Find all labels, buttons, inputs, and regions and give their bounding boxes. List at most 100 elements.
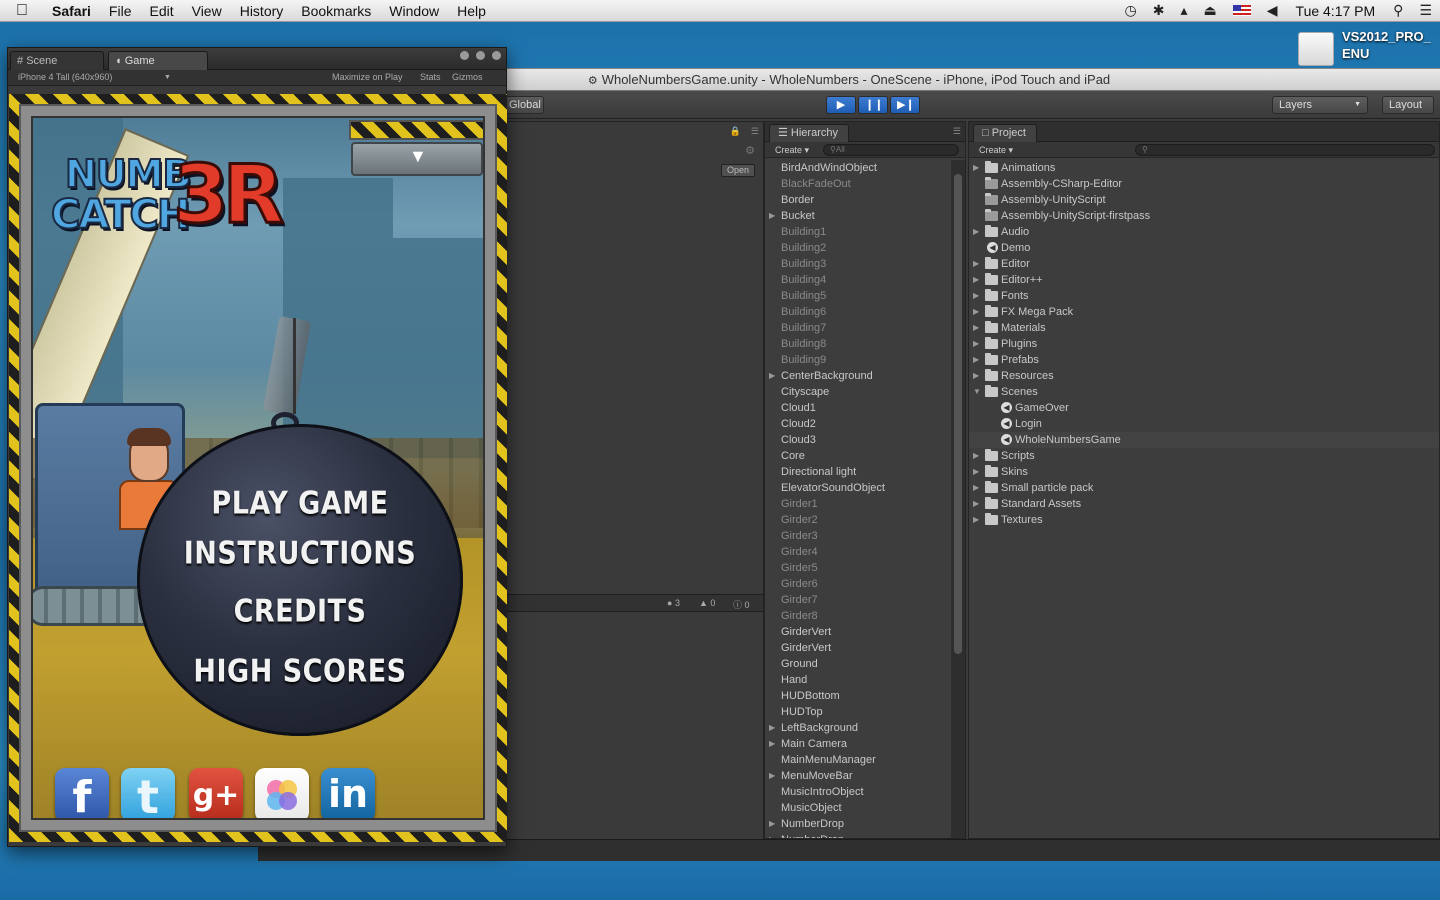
hierarchy-item[interactable]: Girder4 <box>765 544 951 560</box>
project-item[interactable]: Assembly-UnityScript <box>969 192 1439 208</box>
expand-arrow-icon[interactable]: ▶ <box>973 304 979 320</box>
hierarchy-item[interactable]: Core <box>765 448 951 464</box>
hierarchy-item[interactable]: Girder5 <box>765 560 951 576</box>
hierarchy-item[interactable]: Building9 <box>765 352 951 368</box>
hierarchy-item[interactable]: BirdAndWindObject <box>765 160 951 176</box>
menu-file[interactable]: File <box>100 0 141 22</box>
game-view[interactable]: ▼ PLAY GAME INSTRUCTIONS CREDITS HIGH SC… <box>9 94 507 842</box>
project-item[interactable]: ▶ Standard Assets <box>969 496 1439 512</box>
expand-arrow-icon[interactable]: ▶ <box>973 480 979 496</box>
hierarchy-item[interactable]: ▶ NumberDrop <box>765 816 951 832</box>
project-item[interactable]: ▶ Animations <box>969 160 1439 176</box>
hierarchy-item[interactable]: Building4 <box>765 272 951 288</box>
tab-project[interactable]: □ Project <box>973 124 1037 142</box>
window-close-dot-icon[interactable] <box>460 51 469 60</box>
hierarchy-item[interactable]: Girder7 <box>765 592 951 608</box>
tab-scene[interactable]: # Scene <box>10 51 104 70</box>
menu-view[interactable]: View <box>183 0 231 22</box>
expand-arrow-icon[interactable]: ▶ <box>769 208 775 224</box>
project-item[interactable]: ▶ Small particle pack <box>969 480 1439 496</box>
expand-arrow-icon[interactable]: ▶ <box>973 320 979 336</box>
menu-history[interactable]: History <box>231 0 293 22</box>
panel-menu-icon[interactable]: ☰ <box>751 126 759 137</box>
project-item[interactable]: ▶ FX Mega Pack <box>969 304 1439 320</box>
hierarchy-item[interactable]: Building1 <box>765 224 951 240</box>
hierarchy-item[interactable]: Cloud2 <box>765 416 951 432</box>
volume-icon[interactable]: ◀ <box>1259 2 1286 19</box>
facebook-button[interactable]: f <box>55 768 109 818</box>
expand-arrow-icon[interactable]: ▶ <box>973 336 979 352</box>
hierarchy-item[interactable]: MusicObject <box>765 800 951 816</box>
menubar-clock[interactable]: Tue 4:17 PM <box>1286 3 1386 19</box>
hierarchy-item[interactable]: MainMenuManager <box>765 752 951 768</box>
window-maximize-dot-icon[interactable] <box>492 51 501 60</box>
open-button[interactable]: Open <box>721 164 755 177</box>
twitter-button[interactable]: t <box>121 768 175 818</box>
warning-count-icon[interactable]: ▲ 0 <box>699 598 715 608</box>
triangle-down-icon[interactable]: ▼ <box>409 146 427 167</box>
credits-button[interactable]: CREDITS <box>137 594 463 630</box>
game-scene[interactable]: ▼ PLAY GAME INSTRUCTIONS CREDITS HIGH SC… <box>31 116 485 820</box>
project-item[interactable]: ▶ Editor <box>969 256 1439 272</box>
lock-icon[interactable]: 🔒 <box>730 126 741 137</box>
hierarchy-create-button[interactable]: Create ▾ <box>769 143 815 157</box>
hierarchy-item[interactable]: Hand <box>765 672 951 688</box>
hierarchy-item[interactable]: Ground <box>765 656 951 672</box>
pivot-global-toggle[interactable]: Global <box>502 96 544 114</box>
project-item[interactable]: ▶ Materials <box>969 320 1439 336</box>
expand-arrow-icon[interactable]: ▶ <box>769 720 775 736</box>
hierarchy-item[interactable]: Border <box>765 192 951 208</box>
tab-game[interactable]: ◖ Game <box>108 51 208 70</box>
expand-arrow-icon[interactable]: ▶ <box>973 512 979 528</box>
hierarchy-item[interactable]: Directional light <box>765 464 951 480</box>
hierarchy-item[interactable]: GirderVert <box>765 624 951 640</box>
hierarchy-item[interactable]: HUDBottom <box>765 688 951 704</box>
high-scores-button[interactable]: HIGH SCORES <box>137 654 463 690</box>
hierarchy-item[interactable]: Cityscape <box>765 384 951 400</box>
layout-dropdown[interactable]: Layout <box>1382 96 1434 114</box>
bluetooth-icon[interactable]: ✱ <box>1145 2 1173 19</box>
scrollbar-thumb[interactable] <box>954 174 962 654</box>
project-item[interactable]: ◀ GameOver <box>969 400 1439 416</box>
layers-dropdown[interactable]: Layers ▼ <box>1272 96 1368 114</box>
project-item[interactable]: ▶ Scripts <box>969 448 1439 464</box>
hierarchy-item[interactable]: BlackFadeOut <box>765 176 951 192</box>
hierarchy-item[interactable]: Building7 <box>765 320 951 336</box>
expand-arrow-icon[interactable]: ▶ <box>769 816 775 832</box>
hierarchy-item[interactable]: HUDTop <box>765 704 951 720</box>
expand-arrow-icon[interactable]: ▶ <box>973 224 979 240</box>
hierarchy-search-input[interactable]: ⚲All <box>823 144 959 156</box>
eject-icon[interactable]: ⏏ <box>1196 2 1225 19</box>
expand-arrow-icon[interactable]: ▶ <box>769 368 775 384</box>
pause-button[interactable]: ❙❙ <box>858 96 888 114</box>
project-item[interactable]: ▶ Resources <box>969 368 1439 384</box>
hierarchy-item[interactable]: Girder8 <box>765 608 951 624</box>
hierarchy-item[interactable]: ▶ Bucket <box>765 208 951 224</box>
message-count-icon[interactable]: ⓘ 0 <box>733 598 750 611</box>
time-machine-icon[interactable]: ◷ <box>1117 2 1145 19</box>
menu-help[interactable]: Help <box>448 0 495 22</box>
hierarchy-item[interactable]: Girder3 <box>765 528 951 544</box>
hierarchy-item[interactable]: ▶ NumberDrop <box>765 832 951 838</box>
project-item[interactable]: ▶ Textures <box>969 512 1439 528</box>
hierarchy-item[interactable]: ▶ MenuMoveBar <box>765 768 951 784</box>
expand-arrow-icon[interactable]: ▶ <box>973 272 979 288</box>
hierarchy-item[interactable]: Girder2 <box>765 512 951 528</box>
expand-arrow-icon[interactable]: ▶ <box>973 288 979 304</box>
project-item[interactable]: ▶ Fonts <box>969 288 1439 304</box>
expand-arrow-icon[interactable]: ▶ <box>973 352 979 368</box>
project-create-button[interactable]: Create ▾ <box>973 143 1019 157</box>
project-item[interactable]: Assembly-CSharp-Editor <box>969 176 1439 192</box>
gizmos-dropdown[interactable]: Gizmos <box>452 70 483 85</box>
expand-arrow-icon[interactable]: ▶ <box>973 448 979 464</box>
project-item[interactable]: ▶ Editor++ <box>969 272 1439 288</box>
hierarchy-item[interactable]: Building2 <box>765 240 951 256</box>
hierarchy-item[interactable]: Girder1 <box>765 496 951 512</box>
google-plus-button[interactable]: g+ <box>189 768 243 818</box>
maximize-on-play-toggle[interactable]: Maximize on Play <box>332 70 403 85</box>
expand-arrow-icon[interactable]: ▶ <box>973 496 979 512</box>
project-item[interactable]: ◀ Demo <box>969 240 1439 256</box>
expand-arrow-icon[interactable]: ▶ <box>973 256 979 272</box>
hierarchy-item[interactable]: Cloud3 <box>765 432 951 448</box>
expand-arrow-icon[interactable]: ▶ <box>769 736 775 752</box>
